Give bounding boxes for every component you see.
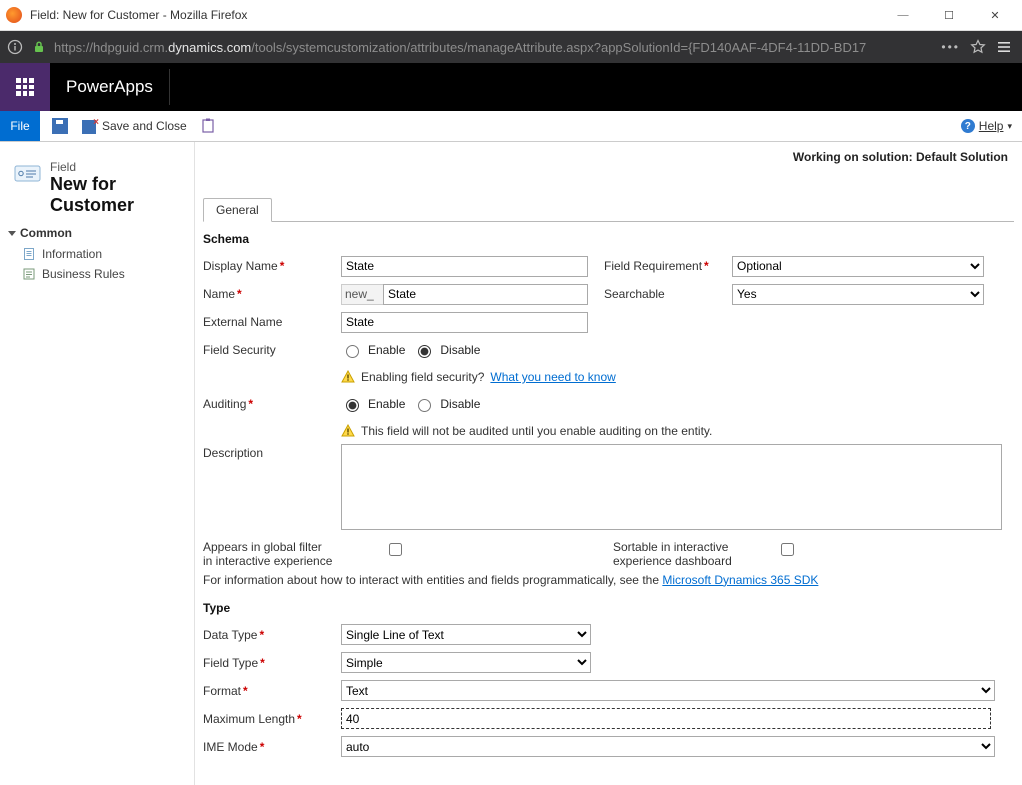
display-name-input[interactable] — [341, 256, 588, 277]
max-length-label: Maximum Length* — [203, 712, 333, 726]
app-title: PowerApps — [50, 63, 169, 111]
save-icon — [52, 118, 68, 134]
maximize-button[interactable]: ☐ — [926, 0, 972, 30]
field-security-label: Field Security — [203, 343, 333, 357]
entity-type-label: Field — [50, 160, 180, 174]
window-titlebar: Field: New for Customer - Mozilla Firefo… — [0, 0, 1022, 31]
display-name-label: Display Name* — [203, 259, 333, 273]
name-prefix — [341, 284, 383, 305]
left-pane: Field New for Customer Common Informatio… — [0, 142, 195, 785]
description-textarea[interactable] — [341, 444, 1002, 530]
global-filter-checkbox[interactable] — [389, 543, 402, 556]
field-type-label: Field Type* — [203, 656, 333, 670]
file-menu[interactable]: File — [0, 111, 40, 141]
ime-mode-select[interactable]: auto — [341, 736, 995, 757]
field-type-select[interactable]: Simple — [341, 652, 591, 673]
warning-icon — [341, 424, 355, 438]
field-requirement-select[interactable]: Optional — [732, 256, 984, 277]
section-type-heading: Type — [203, 601, 1014, 615]
field-requirement-label: Field Requirement* — [604, 259, 724, 273]
warning-icon — [341, 370, 355, 384]
name-input[interactable] — [383, 284, 588, 305]
url-field[interactable]: https://hdpguid.crm.dynamics.com/tools/s… — [54, 40, 935, 55]
browser-urlbar: https://hdpguid.crm.dynamics.com/tools/s… — [0, 31, 1022, 63]
rules-icon — [22, 267, 36, 281]
help-link[interactable]: ? Help ▾ — [961, 111, 1022, 141]
page-icon — [22, 247, 36, 261]
info-icon[interactable] — [6, 38, 24, 56]
app-launcher[interactable] — [0, 63, 50, 111]
nav-item-information[interactable]: Information — [8, 244, 186, 264]
nav-item-business-rules[interactable]: Business Rules — [8, 264, 186, 284]
command-toolbar: File × Save and Close ? Help ▾ — [0, 111, 1022, 142]
app-header: PowerApps — [0, 63, 1022, 111]
searchable-label: Searchable — [604, 287, 724, 301]
format-select[interactable]: Text — [341, 680, 995, 701]
field-security-enable[interactable]: Enable — [341, 342, 405, 358]
nav-section-common[interactable]: Common — [8, 222, 186, 244]
searchable-select[interactable]: Yes — [732, 284, 984, 305]
minimize-button[interactable]: — — [880, 0, 926, 30]
tab-general[interactable]: General — [203, 198, 272, 222]
section-schema-heading: Schema — [203, 232, 1014, 246]
data-type-label: Data Type* — [203, 628, 333, 642]
field-security-info-link[interactable]: What you need to know — [490, 370, 615, 384]
max-length-input[interactable] — [341, 708, 991, 729]
options-icon — [201, 118, 217, 134]
save-and-close-button[interactable]: × Save and Close — [80, 111, 189, 141]
waffle-icon — [16, 78, 34, 96]
form-content: General Schema Display Name* Field Requi… — [195, 142, 1022, 785]
page-title: New for Customer — [50, 174, 180, 216]
auditing-label: Auditing* — [203, 397, 333, 411]
more-icon[interactable]: ••• — [941, 40, 960, 54]
auditing-disable[interactable]: Disable — [413, 396, 480, 412]
data-type-select[interactable]: Single Line of Text — [341, 624, 591, 645]
save-close-icon: × — [82, 118, 98, 134]
field-entity-icon — [14, 163, 42, 185]
name-label: Name* — [203, 287, 333, 301]
close-button[interactable]: ✕ — [972, 0, 1018, 30]
help-icon: ? — [961, 119, 975, 133]
window-title: Field: New for Customer - Mozilla Firefo… — [28, 8, 880, 22]
header-divider — [169, 69, 170, 105]
external-name-input[interactable] — [341, 312, 588, 333]
field-security-disable[interactable]: Disable — [413, 342, 480, 358]
sdk-link[interactable]: Microsoft Dynamics 365 SDK — [662, 573, 818, 587]
bookmark-icon[interactable] — [970, 39, 986, 55]
global-filter-label: Appears in global filterin interactive e… — [203, 540, 371, 569]
lock-icon — [30, 38, 48, 56]
working-solution: Working on solution: Default Solution — [793, 150, 1008, 164]
external-name-label: External Name — [203, 315, 333, 329]
firefox-icon — [6, 7, 22, 23]
auditing-enable[interactable]: Enable — [341, 396, 405, 412]
save-button[interactable] — [50, 111, 70, 141]
ime-mode-label: IME Mode* — [203, 740, 333, 754]
chevron-down-icon: ▾ — [1007, 121, 1012, 132]
format-label: Format* — [203, 684, 333, 698]
hamburger-icon[interactable] — [996, 39, 1012, 55]
description-label: Description — [203, 444, 333, 460]
options-button[interactable] — [199, 111, 219, 141]
sortable-checkbox[interactable] — [781, 543, 794, 556]
sdk-info-row: For information about how to interact wi… — [203, 569, 1014, 591]
sortable-label: Sortable in interactiveexperience dashbo… — [613, 540, 763, 569]
